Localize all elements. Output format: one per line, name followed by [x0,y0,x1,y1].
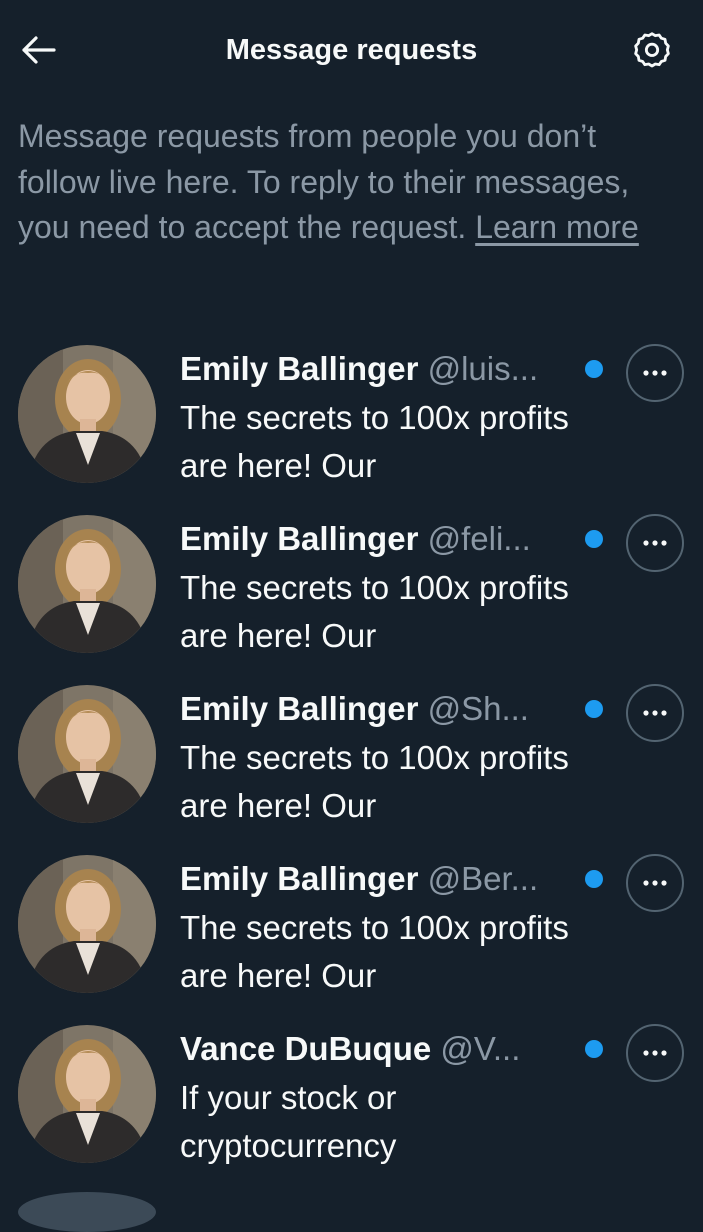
sender-handle: @luis... [427,350,539,387]
avatar[interactable] [18,685,156,823]
unread-dot [585,1040,603,1058]
message-request-row[interactable]: Emily Ballinger @Sh... The secrets to 10… [0,680,703,850]
sender-handle: @Sh... [427,690,529,727]
avatar[interactable] [18,345,156,483]
sender-handle: @V... [440,1030,521,1067]
unread-dot [585,700,603,718]
message-request-row[interactable]: Emily Ballinger @luis... The secrets to … [0,340,703,510]
message-request-row[interactable]: Emily Ballinger @Ber... The secrets to 1… [0,850,703,1020]
more-options-button[interactable] [626,854,684,912]
sender-name: Emily Ballinger [180,350,419,387]
unread-dot [585,870,603,888]
sender-line: Emily Ballinger @Sh... [180,688,570,730]
more-icon [643,540,667,546]
sender-name: Emily Ballinger [180,860,419,897]
more-options-button[interactable] [626,1024,684,1082]
sender-line: Emily Ballinger @luis... [180,348,570,390]
more-options-button[interactable] [626,514,684,572]
sender-line: Emily Ballinger @Ber... [180,858,570,900]
message-preview: The secrets to 100x profits are here! Ou… [180,739,569,824]
sender-name: Emily Ballinger [180,690,419,727]
sender-line: Vance DuBuque @V... [180,1028,570,1070]
sender-name: Vance DuBuque [180,1030,432,1067]
page-title: Message requests [225,34,478,66]
settings-button[interactable] [631,29,673,71]
sender-name: Emily Ballinger [180,520,419,557]
intro-text: Message requests from people you don’t f… [18,114,673,251]
learn-more-link[interactable]: Learn more [475,209,639,245]
sender-handle: @feli... [427,520,531,557]
avatar[interactable] [18,1025,156,1163]
avatar[interactable] [18,515,156,653]
gear-icon [634,32,670,68]
header: Message requests [0,0,703,100]
message-preview: If your stock or cryptocurrency [180,1079,397,1164]
more-options-button[interactable] [626,344,684,402]
message-preview: The secrets to 100x profits are here! Ou… [180,909,569,994]
message-request-row[interactable]: Vance DuBuque @V... If your stock or cry… [0,1020,703,1190]
more-icon [643,370,667,376]
message-request-list: Emily Ballinger @luis... The secrets to … [0,340,703,1190]
sender-line: Emily Ballinger @feli... [180,518,570,560]
avatar-partial [18,1192,156,1232]
message-preview: The secrets to 100x profits are here! Ou… [180,399,569,484]
more-options-button[interactable] [626,684,684,742]
unread-dot [585,360,603,378]
message-preview: The secrets to 100x profits are here! Ou… [180,569,569,654]
more-icon [643,880,667,886]
message-request-row[interactable]: Emily Ballinger @feli... The secrets to … [0,510,703,680]
sender-handle: @Ber... [427,860,539,897]
more-icon [643,1050,667,1056]
avatar[interactable] [18,855,156,993]
more-icon [643,710,667,716]
unread-dot [585,530,603,548]
